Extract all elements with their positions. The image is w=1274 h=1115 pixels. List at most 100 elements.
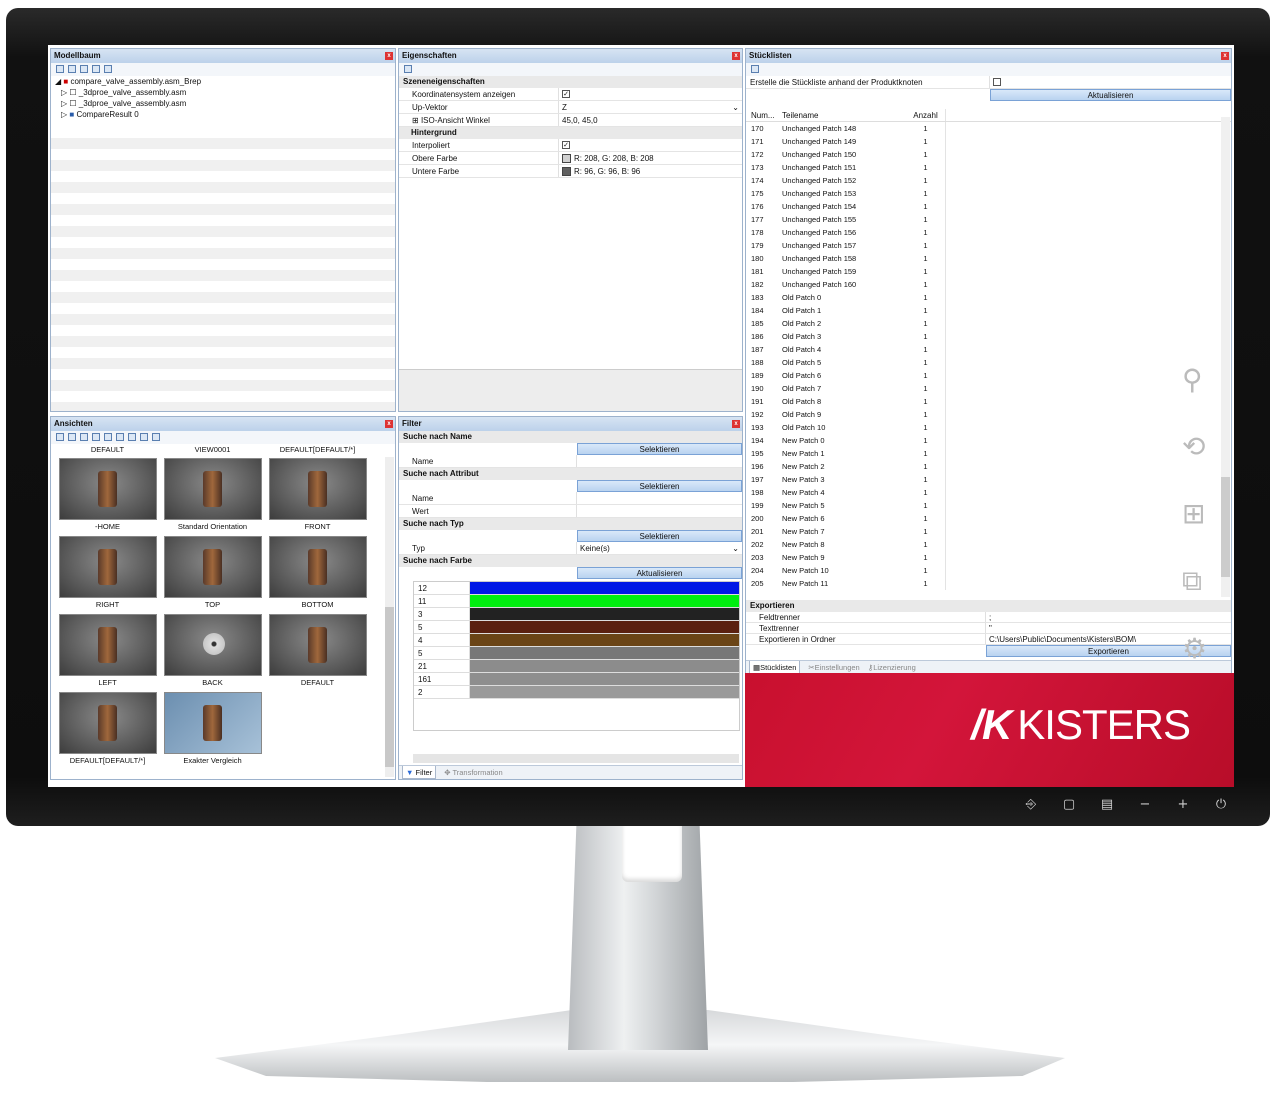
gear-icon[interactable]: ⚙ [1182, 632, 1207, 665]
table-row[interactable]: 171 Unchanged Patch 149 1 [746, 135, 1231, 148]
col-header[interactable]: Num... [746, 109, 776, 121]
table-row[interactable]: 190 Old Patch 7 1 [746, 382, 1231, 395]
tree-item[interactable]: ◢ ■ compare_valve_assembly.asm_Brep [55, 76, 395, 87]
color-row[interactable]: 2 [414, 686, 739, 699]
table-row[interactable]: 200 New Patch 6 1 [746, 512, 1231, 525]
view-tool-icon[interactable] [128, 433, 136, 441]
device-icon[interactable]: ⧉ [1182, 564, 1207, 598]
color-row[interactable]: 4 [414, 634, 739, 647]
table-row[interactable]: 184 Old Patch 1 1 [746, 304, 1231, 317]
color-row[interactable]: 161 [414, 673, 739, 686]
checkbox[interactable]: ✓ [562, 90, 570, 98]
horizontal-scrollbar[interactable] [413, 754, 739, 763]
table-row[interactable]: 170 Unchanged Patch 148 1 [746, 122, 1231, 135]
select-button[interactable]: Selektieren [577, 530, 742, 542]
tab-transformation[interactable]: ✥ Transformation [444, 766, 502, 779]
attr-name-input[interactable] [577, 492, 742, 504]
tab-filter[interactable]: ▼ Filter [402, 766, 437, 779]
table-row[interactable]: 178 Unchanged Patch 156 1 [746, 226, 1231, 239]
color-row[interactable]: 11 [414, 595, 739, 608]
view-thumbnail[interactable]: RIGHT [55, 534, 160, 612]
select-button[interactable]: Selektieren [577, 480, 742, 492]
table-row[interactable]: 187 Old Patch 4 1 [746, 343, 1231, 356]
menu-icon[interactable]: ▤ [1088, 797, 1126, 812]
view-tool-icon[interactable] [56, 433, 64, 441]
checkbox[interactable] [993, 78, 1001, 86]
minus-icon[interactable]: − [1126, 797, 1164, 812]
view-tool-icon[interactable] [116, 433, 124, 441]
view-tool-icon[interactable] [140, 433, 148, 441]
close-icon[interactable]: x [1221, 52, 1229, 60]
col-header[interactable]: Anzahl [906, 109, 946, 121]
view-thumbnail[interactable]: FRONT [265, 456, 370, 534]
table-row[interactable]: 172 Unchanged Patch 150 1 [746, 148, 1231, 161]
view-thumbnail[interactable]: -HOME [55, 456, 160, 534]
color-swatch[interactable] [562, 153, 571, 163]
view-thumbnail[interactable]: Exakter Vergleich [160, 690, 265, 768]
view-thumbnail[interactable]: LEFT [55, 612, 160, 690]
view-tool-icon[interactable] [92, 433, 100, 441]
table-row[interactable]: 192 Old Patch 9 1 [746, 408, 1231, 421]
table-row[interactable]: 189 Old Patch 6 1 [746, 369, 1231, 382]
chevron-down-icon[interactable]: ⌄ [732, 542, 739, 555]
table-row[interactable]: 201 New Patch 7 1 [746, 525, 1231, 538]
tree-item[interactable]: ▷ ☐ _3dproe_valve_assembly.asm [55, 98, 395, 109]
close-icon[interactable]: x [385, 52, 393, 60]
close-icon[interactable]: x [732, 420, 740, 428]
color-row[interactable]: 5 [414, 647, 739, 660]
expand-all-icon[interactable] [80, 65, 88, 73]
color-row[interactable]: 21 [414, 660, 739, 673]
table-row[interactable]: 180 Unchanged Patch 158 1 [746, 252, 1231, 265]
view-thumbnail[interactable]: BOTTOM [265, 534, 370, 612]
pip-icon[interactable]: ▢ [1050, 797, 1088, 812]
tree-icon[interactable] [104, 65, 112, 73]
tree-item[interactable]: ▷ ☐ _3dproe_valve_assembly.asm [55, 87, 395, 98]
collapse-icon[interactable] [68, 65, 76, 73]
up-vector-select[interactable]: Z ⌄ [559, 101, 742, 113]
table-row[interactable]: 182 Unchanged Patch 160 1 [746, 278, 1231, 291]
scrollbar[interactable] [1221, 117, 1230, 597]
table-row[interactable]: 204 New Patch 10 1 [746, 564, 1231, 577]
select-button[interactable]: Selektieren [577, 443, 742, 455]
view-thumbnail[interactable]: BACK [160, 612, 265, 690]
view-tool-icon[interactable] [152, 433, 160, 441]
color-row[interactable]: 3 [414, 608, 739, 621]
table-row[interactable]: 188 Old Patch 5 1 [746, 356, 1231, 369]
table-row[interactable]: 176 Unchanged Patch 154 1 [746, 200, 1231, 213]
share-icon[interactable]: ⟲ [1182, 430, 1207, 463]
scrollbar[interactable] [385, 457, 394, 777]
table-row[interactable]: 183 Old Patch 0 1 [746, 291, 1231, 304]
color-swatch[interactable] [562, 166, 571, 176]
table-row[interactable]: 173 Unchanged Patch 151 1 [746, 161, 1231, 174]
table-row[interactable]: 179 Unchanged Patch 157 1 [746, 239, 1231, 252]
color-row[interactable]: 12 [414, 582, 739, 595]
update-button[interactable]: Aktualisieren [577, 567, 742, 579]
type-select[interactable]: Keine(s) ⌄ [577, 542, 742, 554]
power-icon[interactable]: ⏻ [1202, 797, 1240, 812]
prop-value[interactable]: 45,0, 45,0 [559, 114, 742, 126]
attr-value-input[interactable] [577, 505, 742, 517]
table-row[interactable]: 186 Old Patch 3 1 [746, 330, 1231, 343]
view-thumbnail[interactable]: DEFAULT [265, 612, 370, 690]
tree-item[interactable]: ▷ ■ CompareResult 0 [55, 109, 395, 120]
table-row[interactable]: 177 Unchanged Patch 155 1 [746, 213, 1231, 226]
table-row[interactable]: 203 New Patch 9 1 [746, 551, 1231, 564]
sort-icon[interactable] [404, 65, 412, 73]
table-row[interactable]: 202 New Patch 8 1 [746, 538, 1231, 551]
view-tool-icon[interactable] [80, 433, 88, 441]
update-button[interactable]: Aktualisieren [990, 89, 1231, 101]
table-row[interactable]: 185 Old Patch 2 1 [746, 317, 1231, 330]
table-row[interactable]: 175 Unchanged Patch 153 1 [746, 187, 1231, 200]
sort-icon[interactable] [751, 65, 759, 73]
table-row[interactable]: 195 New Patch 1 1 [746, 447, 1231, 460]
view-tool-icon[interactable] [68, 433, 76, 441]
checkbox[interactable]: ✓ [562, 141, 570, 149]
table-row[interactable]: 191 Old Patch 8 1 [746, 395, 1231, 408]
col-header[interactable]: Teilename [776, 109, 906, 121]
view-thumbnail[interactable]: Standard Orientation [160, 456, 265, 534]
search-icon[interactable]: ⚲ [1182, 363, 1207, 396]
chevron-down-icon[interactable]: ⌄ [732, 101, 739, 114]
expand-icon[interactable] [56, 65, 64, 73]
collapse-all-icon[interactable] [92, 65, 100, 73]
view-tool-icon[interactable] [104, 433, 112, 441]
